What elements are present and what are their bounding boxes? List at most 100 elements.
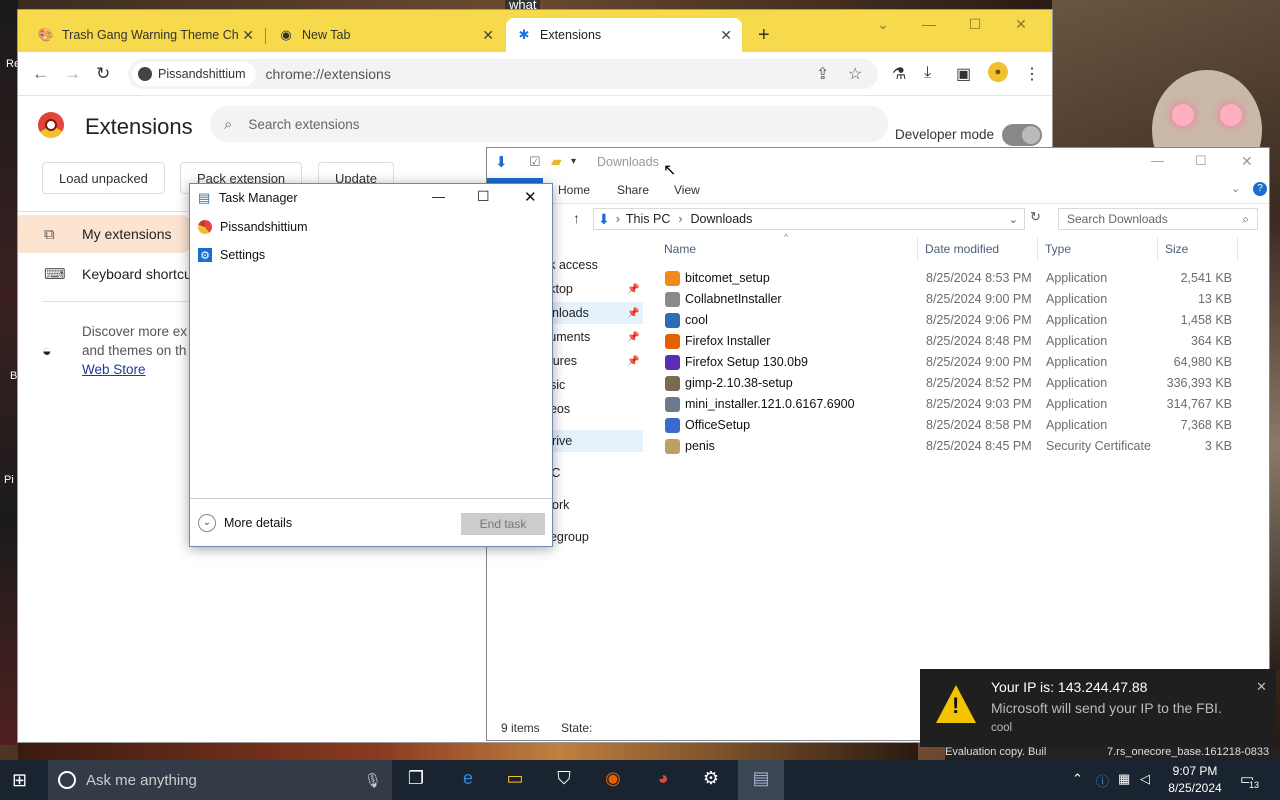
nav-item-videos[interactable]: deos xyxy=(543,398,643,420)
sidebar-item-my-extensions[interactable]: ⧉ My extensions xyxy=(18,215,198,253)
explorer-address-bar[interactable]: ⬇ › This PC › Downloads ⌄ xyxy=(593,208,1025,230)
nav-item-onedrive[interactable]: Drive xyxy=(543,430,643,452)
file-row[interactable]: penis 8/25/2024 8:45 PM Security Certifica… xyxy=(661,436,1261,457)
file-row[interactable]: OfficeSetup 8/25/2024 8:58 PM Application 7… xyxy=(661,415,1261,436)
nav-item-documents[interactable]: cuments 📌 xyxy=(543,326,643,348)
address-bar[interactable]: Pissandshittium chrome://extensions ⇪ ☆ xyxy=(128,59,878,89)
help-icon[interactable]: ? xyxy=(1253,182,1267,196)
close-icon[interactable]: ✕ xyxy=(1241,153,1253,170)
column-header-type[interactable]: Type xyxy=(1045,242,1071,256)
task-item-pissandshittium[interactable]: Pissandshittium xyxy=(198,216,308,238)
more-details-link[interactable]: More details xyxy=(224,516,292,530)
column-separator[interactable] xyxy=(1037,238,1038,260)
column-header-size[interactable]: Size xyxy=(1165,242,1188,256)
column-separator[interactable] xyxy=(1237,238,1238,260)
store-icon[interactable]: ⛉ xyxy=(551,768,577,792)
end-task-button[interactable]: End task xyxy=(461,513,545,535)
ribbon-tab-view[interactable]: View xyxy=(674,183,700,197)
chevron-up-icon[interactable]: ⌃ xyxy=(1072,771,1083,787)
close-icon[interactable]: ✕ xyxy=(1256,679,1267,695)
task-item-settings[interactable]: ⚙ Settings xyxy=(198,244,265,266)
tab-extensions[interactable]: ✱ Extensions ✕ xyxy=(506,18,742,52)
search-extensions-input[interactable]: ⌕ Search extensions xyxy=(210,106,888,142)
tab-theme[interactable]: 🎨 Trash Gang Warning Theme Ch ✕ xyxy=(28,18,264,52)
info-icon[interactable]: ⓘ xyxy=(1096,771,1109,790)
close-icon[interactable]: ✕ xyxy=(524,188,537,206)
firefox-icon[interactable]: ◉ xyxy=(600,768,626,792)
pissandshittium-icon[interactable]: ◕ xyxy=(650,768,676,792)
file-row[interactable]: CollabnetInstaller 8/25/2024 9:00 PM Appli… xyxy=(661,289,1261,310)
settings-gear-icon[interactable]: ⚙ xyxy=(698,768,724,792)
system-clock[interactable]: 9:07 PM 8/25/2024 xyxy=(1160,763,1230,797)
edge-icon[interactable]: e xyxy=(455,768,481,792)
file-row[interactable]: Firefox Setup 130.0b9 8/25/2024 9:00 PM Ap… xyxy=(661,352,1261,373)
desktop-icon-label[interactable]: B xyxy=(10,370,17,382)
maximize-icon[interactable]: ☐ xyxy=(952,16,998,33)
maximize-icon[interactable]: ☐ xyxy=(1195,153,1207,169)
tab-new-tab[interactable]: ◉ New Tab ✕ xyxy=(268,18,504,52)
nav-item-network[interactable]: work xyxy=(543,494,643,516)
chevron-down-icon[interactable]: ⌄ xyxy=(198,514,216,532)
web-store-link[interactable]: Web Store xyxy=(82,362,146,377)
column-header-date[interactable]: Date modified xyxy=(925,242,999,256)
extension-icon[interactable]: ⚗ xyxy=(892,64,906,84)
volume-icon[interactable]: ◁ xyxy=(1140,771,1150,787)
network-icon[interactable]: ▦ xyxy=(1118,771,1130,787)
side-panel-icon[interactable]: ▣ xyxy=(956,64,971,84)
nav-item-music[interactable]: usic xyxy=(543,374,643,396)
reload-icon[interactable]: ↻ xyxy=(96,64,110,84)
windows-start-icon[interactable]: ⊞ xyxy=(12,770,27,791)
column-separator[interactable] xyxy=(1157,238,1158,260)
expand-ribbon-icon[interactable]: ⌄ xyxy=(1231,182,1240,195)
file-row[interactable]: mini_installer.121.0.6167.6900 8/25/2024 … xyxy=(661,394,1261,415)
breadcrumb-downloads[interactable]: Downloads xyxy=(691,212,753,226)
folder-icon[interactable]: ▰ xyxy=(551,153,562,170)
microphone-icon[interactable]: 🎙 xyxy=(364,772,382,789)
up-arrow-icon[interactable]: ↑ xyxy=(573,210,580,226)
properties-icon[interactable]: ☑ xyxy=(529,154,541,170)
close-icon[interactable]: ✕ xyxy=(242,27,254,44)
profile-chip[interactable]: Pissandshittium xyxy=(132,62,256,86)
column-header-name[interactable]: Name xyxy=(664,242,696,256)
forward-icon[interactable]: → xyxy=(64,64,81,84)
nav-item-pictures[interactable]: ctures 📌 xyxy=(543,350,643,372)
url-text[interactable]: chrome://extensions xyxy=(266,66,391,82)
close-icon[interactable]: ✕ xyxy=(482,27,494,44)
minimize-icon[interactable]: — xyxy=(432,189,445,204)
nav-item-this-pc[interactable]: PC xyxy=(543,462,643,484)
share-icon[interactable]: ⇪ xyxy=(816,64,829,84)
file-row[interactable]: Firefox Installer 8/25/2024 8:48 PM Applic… xyxy=(661,331,1261,352)
cortana-search-box[interactable]: Ask me anything 🎙 xyxy=(48,760,392,800)
maximize-icon[interactable]: ☐ xyxy=(477,188,490,205)
ribbon-tab-share[interactable]: Share xyxy=(617,183,649,197)
avatar[interactable]: ● xyxy=(988,62,1008,82)
nav-item-downloads[interactable]: wnloads 📌 xyxy=(543,302,643,324)
file-explorer-icon[interactable]: ▭ xyxy=(502,768,528,792)
quick-access-dropdown-icon[interactable]: ▾ xyxy=(571,156,576,167)
developer-mode-toggle[interactable] xyxy=(1002,124,1042,146)
chevron-down-icon[interactable]: ⌄ xyxy=(1009,213,1018,226)
sidebar-item-keyboard-shortcuts[interactable]: ⌨ Keyboard shortcu xyxy=(18,255,198,293)
notification-toast[interactable]: Your IP is: 143.244.47.88 Microsoft will… xyxy=(920,669,1276,747)
nav-item-desktop[interactable]: sktop 📌 xyxy=(543,278,643,300)
file-row[interactable]: gimp-2.10.38-setup 8/25/2024 8:52 PM Appli… xyxy=(661,373,1261,394)
star-icon[interactable]: ☆ xyxy=(848,64,862,84)
load-unpacked-button[interactable]: Load unpacked xyxy=(42,162,165,194)
nav-item-homegroup[interactable]: negroup xyxy=(543,526,643,548)
download-icon[interactable]: ⤓ xyxy=(924,64,931,82)
new-tab-button[interactable]: + xyxy=(758,24,770,47)
refresh-icon[interactable]: ↻ xyxy=(1030,209,1041,225)
tab-search-icon[interactable]: ⌄ xyxy=(860,16,906,33)
back-icon[interactable]: ← xyxy=(32,64,49,84)
nav-item-quick-access[interactable]: ck access xyxy=(543,254,643,276)
file-row[interactable]: bitcomet_setup 8/25/2024 8:53 PM Applicati… xyxy=(661,268,1261,289)
search-downloads-input[interactable]: Search Downloads ⌕ xyxy=(1058,208,1258,230)
close-icon[interactable]: ✕ xyxy=(998,16,1044,33)
ribbon-tab-home[interactable]: Home xyxy=(558,183,590,197)
breadcrumb-this-pc[interactable]: This PC xyxy=(626,212,670,226)
file-row[interactable]: cool 8/25/2024 9:06 PM Application 1,458 KB xyxy=(661,310,1261,331)
desktop-icon-label[interactable]: Pi xyxy=(4,474,14,486)
menu-icon[interactable]: ⋮ xyxy=(1024,64,1040,84)
task-manager-taskbar-button[interactable]: ▤ xyxy=(738,760,784,800)
close-icon[interactable]: ✕ xyxy=(720,27,732,44)
